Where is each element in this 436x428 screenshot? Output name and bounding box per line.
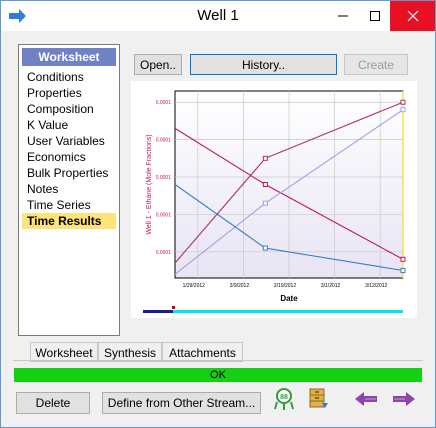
stream-window: Well 1 Worksheet Conditions Properties Com… [0, 0, 436, 428]
y-tick-label: 0.0001 [156, 212, 172, 218]
series-point [262, 182, 268, 187]
file-cabinet-icon [309, 388, 328, 408]
x-tick-label: 2/9/2012 [230, 283, 250, 289]
stream-status-button[interactable]: 88 [273, 387, 295, 414]
x-tick-label: 3/12/2012 [365, 283, 387, 289]
series-point [262, 155, 268, 161]
previous-stream-button[interactable] [355, 391, 379, 410]
minimize-button[interactable] [327, 1, 359, 31]
series-point [400, 99, 406, 105]
x-tick-label: 1/29/2012 [183, 283, 205, 289]
arrow-left-icon [355, 392, 377, 406]
sidebar-header: Worksheet [22, 48, 116, 66]
sidebar-item-economics[interactable]: Economics [22, 149, 116, 165]
worksheet-sidebar: Worksheet Conditions Properties Compositio… [18, 44, 120, 336]
sidebar-item-user-variables[interactable]: User Variables [22, 133, 116, 149]
series-point [400, 268, 406, 274]
sidebar-item-notes[interactable]: Notes [22, 181, 116, 197]
open-button[interactable]: Open.. [134, 54, 182, 75]
svg-text:88: 88 [280, 394, 288, 401]
x-axis-label: Date [280, 294, 298, 303]
y-tick-label: 0.0001 [156, 100, 172, 106]
sidebar-item-properties[interactable]: Properties [22, 85, 116, 101]
x-tick-label: 2/19/2012 [274, 283, 296, 289]
tab-synthesis[interactable]: Synthesis [98, 342, 162, 362]
close-icon [407, 10, 419, 22]
sidebar-item-time-results[interactable]: Time Results [22, 213, 116, 229]
sidebar-item-time-series[interactable]: Time Series [22, 197, 116, 213]
cabinet-button[interactable] [307, 387, 329, 412]
stream-status-icon: 88 [274, 388, 294, 410]
sidebar-item-conditions[interactable]: Conditions [22, 69, 116, 85]
series-point [262, 200, 268, 206]
arrow-right-icon [393, 392, 415, 406]
title-bar: Well 1 [1, 1, 435, 31]
history-button[interactable]: History.. [190, 54, 337, 75]
chart-scroll-left [143, 310, 173, 313]
sidebar-item-composition[interactable]: Composition [22, 101, 116, 117]
chart-scroll-track [173, 310, 403, 313]
y-tick-label: 0.0001 [156, 250, 172, 256]
y-tick-label: 0.0001 [156, 175, 172, 181]
next-stream-button[interactable] [391, 391, 415, 410]
series-point [400, 256, 406, 262]
x-tick-label: 3/1/2012 [321, 283, 341, 289]
series-point [262, 245, 268, 251]
tab-worksheet[interactable]: Worksheet [30, 342, 98, 362]
sidebar-item-k-value[interactable]: K Value [22, 117, 116, 133]
tabs-divider [13, 360, 423, 361]
define-from-other-stream-button[interactable]: Define from Other Stream... [102, 392, 261, 414]
maximize-button[interactable] [359, 1, 391, 31]
delete-button[interactable]: Delete [16, 392, 90, 414]
chart-canvas: 0.0001 0.0001 0.0001 0.0001 0.0001 1/29/2012 2… [143, 90, 406, 313]
time-results-chart: 0.0001 0.0001 0.0001 0.0001 0.0001 1/29/2012 2… [131, 81, 417, 318]
y-tick-label: 0.0001 [156, 138, 172, 144]
series-point [400, 107, 406, 113]
sidebar-item-bulk-properties[interactable]: Bulk Properties [22, 165, 116, 181]
close-button[interactable] [390, 1, 435, 31]
status-bar: OK [14, 368, 422, 382]
chart-scroll-marker [172, 306, 175, 309]
tab-attachments[interactable]: Attachments [162, 342, 243, 362]
minimize-icon [338, 15, 348, 17]
y-axis-label: Well 1 - Ethane (Mole Fractions) [146, 134, 153, 234]
maximize-icon [370, 11, 380, 21]
create-button[interactable]: Create [344, 54, 408, 75]
